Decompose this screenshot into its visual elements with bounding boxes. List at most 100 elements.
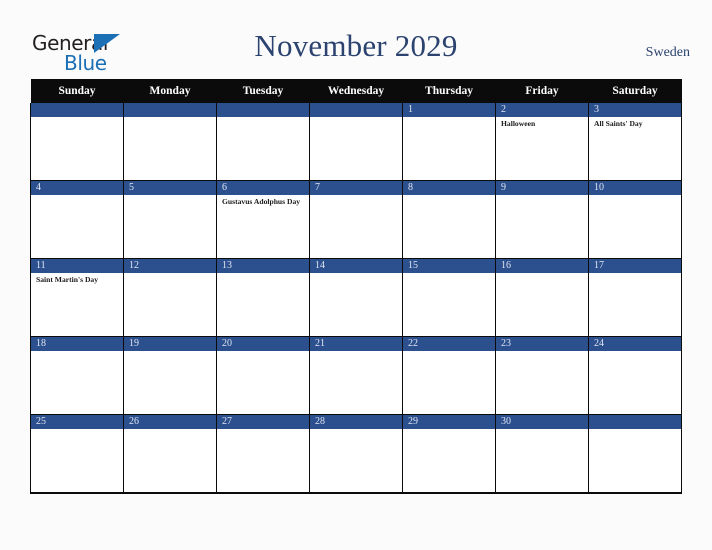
- day-events: [404, 429, 495, 431]
- weekday-header-row: Sunday Monday Tuesday Wednesday Thursday…: [30, 79, 682, 103]
- day-number: 8: [403, 181, 495, 195]
- calendar-day-cell[interactable]: [588, 414, 682, 494]
- day-events: [590, 351, 681, 353]
- day-cell-inner: 21: [310, 337, 402, 414]
- day-cell-inner: 29: [403, 415, 495, 491]
- day-events: [497, 195, 588, 197]
- day-events: [311, 273, 402, 275]
- day-cell-inner: 28: [310, 415, 402, 491]
- calendar-week-row: 25 26 27 28 29 30: [30, 414, 682, 494]
- calendar-day-cell[interactable]: 13: [216, 258, 310, 337]
- day-events: [218, 117, 309, 119]
- country-label: Sweden: [645, 45, 690, 60]
- holiday-label: All Saints' Day: [594, 119, 643, 128]
- calendar-day-cell[interactable]: [30, 103, 124, 181]
- calendar-day-cell[interactable]: 26: [123, 414, 217, 494]
- calendar-day-cell[interactable]: 8: [402, 180, 496, 259]
- calendar-day-cell[interactable]: 15: [402, 258, 496, 337]
- day-cell-inner: [31, 103, 123, 180]
- calendar-body: 1 2 Halloween 3 All Saints' Day 4 5 6 Gustavus A…: [30, 103, 682, 494]
- day-number: 19: [124, 337, 216, 351]
- day-cell-inner: 20: [217, 337, 309, 414]
- calendar-day-cell[interactable]: 17: [588, 258, 682, 337]
- calendar-day-cell[interactable]: 21: [309, 336, 403, 415]
- day-events: [497, 429, 588, 431]
- calendar-day-cell[interactable]: 9: [495, 180, 589, 259]
- calendar-day-cell[interactable]: 7: [309, 180, 403, 259]
- day-events: [32, 429, 123, 431]
- day-events: Saint Martin's Day: [32, 273, 123, 285]
- calendar-day-cell[interactable]: 23: [495, 336, 589, 415]
- calendar-day-cell[interactable]: 20: [216, 336, 310, 415]
- calendar-day-cell[interactable]: 4: [30, 180, 124, 259]
- calendar-day-cell[interactable]: 10: [588, 180, 682, 259]
- day-cell-inner: 26: [124, 415, 216, 491]
- day-number: 28: [310, 415, 402, 429]
- day-cell-inner: [589, 415, 681, 491]
- weekday-header-friday: Friday: [495, 79, 589, 103]
- calendar-week-row: 18 19 20 21 22 23 24: [30, 336, 682, 415]
- day-cell-inner: 23: [496, 337, 588, 414]
- page-header: General Blue November 2029 Sweden: [0, 0, 712, 78]
- calendar-day-cell[interactable]: 6 Gustavus Adolphus Day: [216, 180, 310, 259]
- day-cell-inner: 18: [31, 337, 123, 414]
- day-number: 29: [403, 415, 495, 429]
- calendar-day-cell[interactable]: 19: [123, 336, 217, 415]
- calendar-day-cell[interactable]: 18: [30, 336, 124, 415]
- calendar-day-cell[interactable]: 28: [309, 414, 403, 494]
- calendar-day-cell[interactable]: 24: [588, 336, 682, 415]
- calendar-day-cell[interactable]: 16: [495, 258, 589, 337]
- day-cell-inner: 16: [496, 259, 588, 336]
- day-events: [125, 195, 216, 197]
- day-cell-inner: [124, 103, 216, 180]
- day-cell-inner: 19: [124, 337, 216, 414]
- calendar-header-row: Sunday Monday Tuesday Wednesday Thursday…: [30, 79, 682, 103]
- calendar-day-cell[interactable]: 1: [402, 103, 496, 181]
- day-cell-inner: 13: [217, 259, 309, 336]
- day-events: [32, 117, 123, 119]
- calendar-grid: Sunday Monday Tuesday Wednesday Thursday…: [30, 79, 682, 494]
- day-number: 5: [124, 181, 216, 195]
- calendar-day-cell[interactable]: 14: [309, 258, 403, 337]
- day-cell-inner: 10: [589, 181, 681, 258]
- weekday-header-monday: Monday: [123, 79, 217, 103]
- day-number: 26: [124, 415, 216, 429]
- calendar-page: General Blue November 2029 Sweden Sunday…: [0, 0, 712, 550]
- day-events: [218, 273, 309, 275]
- day-cell-inner: [217, 103, 309, 180]
- day-cell-inner: 25: [31, 415, 123, 491]
- day-cell-inner: 11 Saint Martin's Day: [31, 259, 123, 336]
- calendar-day-cell[interactable]: 29: [402, 414, 496, 494]
- day-number: 1: [403, 103, 495, 117]
- calendar-day-cell[interactable]: 12: [123, 258, 217, 337]
- day-events: All Saints' Day: [590, 117, 681, 129]
- day-events: [497, 273, 588, 275]
- calendar-day-cell[interactable]: 25: [30, 414, 124, 494]
- day-number: [589, 415, 681, 429]
- calendar-day-cell[interactable]: 27: [216, 414, 310, 494]
- day-cell-inner: 3 All Saints' Day: [589, 103, 681, 180]
- day-cell-inner: 17: [589, 259, 681, 336]
- day-events: [125, 351, 216, 353]
- day-number: 20: [217, 337, 309, 351]
- day-number: 16: [496, 259, 588, 273]
- calendar-day-cell[interactable]: 22: [402, 336, 496, 415]
- page-title: November 2029: [254, 28, 458, 63]
- calendar-day-cell[interactable]: [216, 103, 310, 181]
- calendar-day-cell[interactable]: 2 Halloween: [495, 103, 589, 181]
- day-number: 6: [217, 181, 309, 195]
- day-events: [311, 117, 402, 119]
- holiday-label: Saint Martin's Day: [36, 275, 99, 284]
- day-number: 18: [31, 337, 123, 351]
- day-number: 14: [310, 259, 402, 273]
- day-cell-inner: 4: [31, 181, 123, 258]
- day-cell-inner: 8: [403, 181, 495, 258]
- calendar-day-cell[interactable]: [309, 103, 403, 181]
- calendar-day-cell[interactable]: [123, 103, 217, 181]
- day-number: [31, 103, 123, 117]
- calendar-day-cell[interactable]: 5: [123, 180, 217, 259]
- day-events: [218, 429, 309, 431]
- calendar-day-cell[interactable]: 11 Saint Martin's Day: [30, 258, 124, 337]
- calendar-day-cell[interactable]: 30: [495, 414, 589, 494]
- calendar-day-cell[interactable]: 3 All Saints' Day: [588, 103, 682, 181]
